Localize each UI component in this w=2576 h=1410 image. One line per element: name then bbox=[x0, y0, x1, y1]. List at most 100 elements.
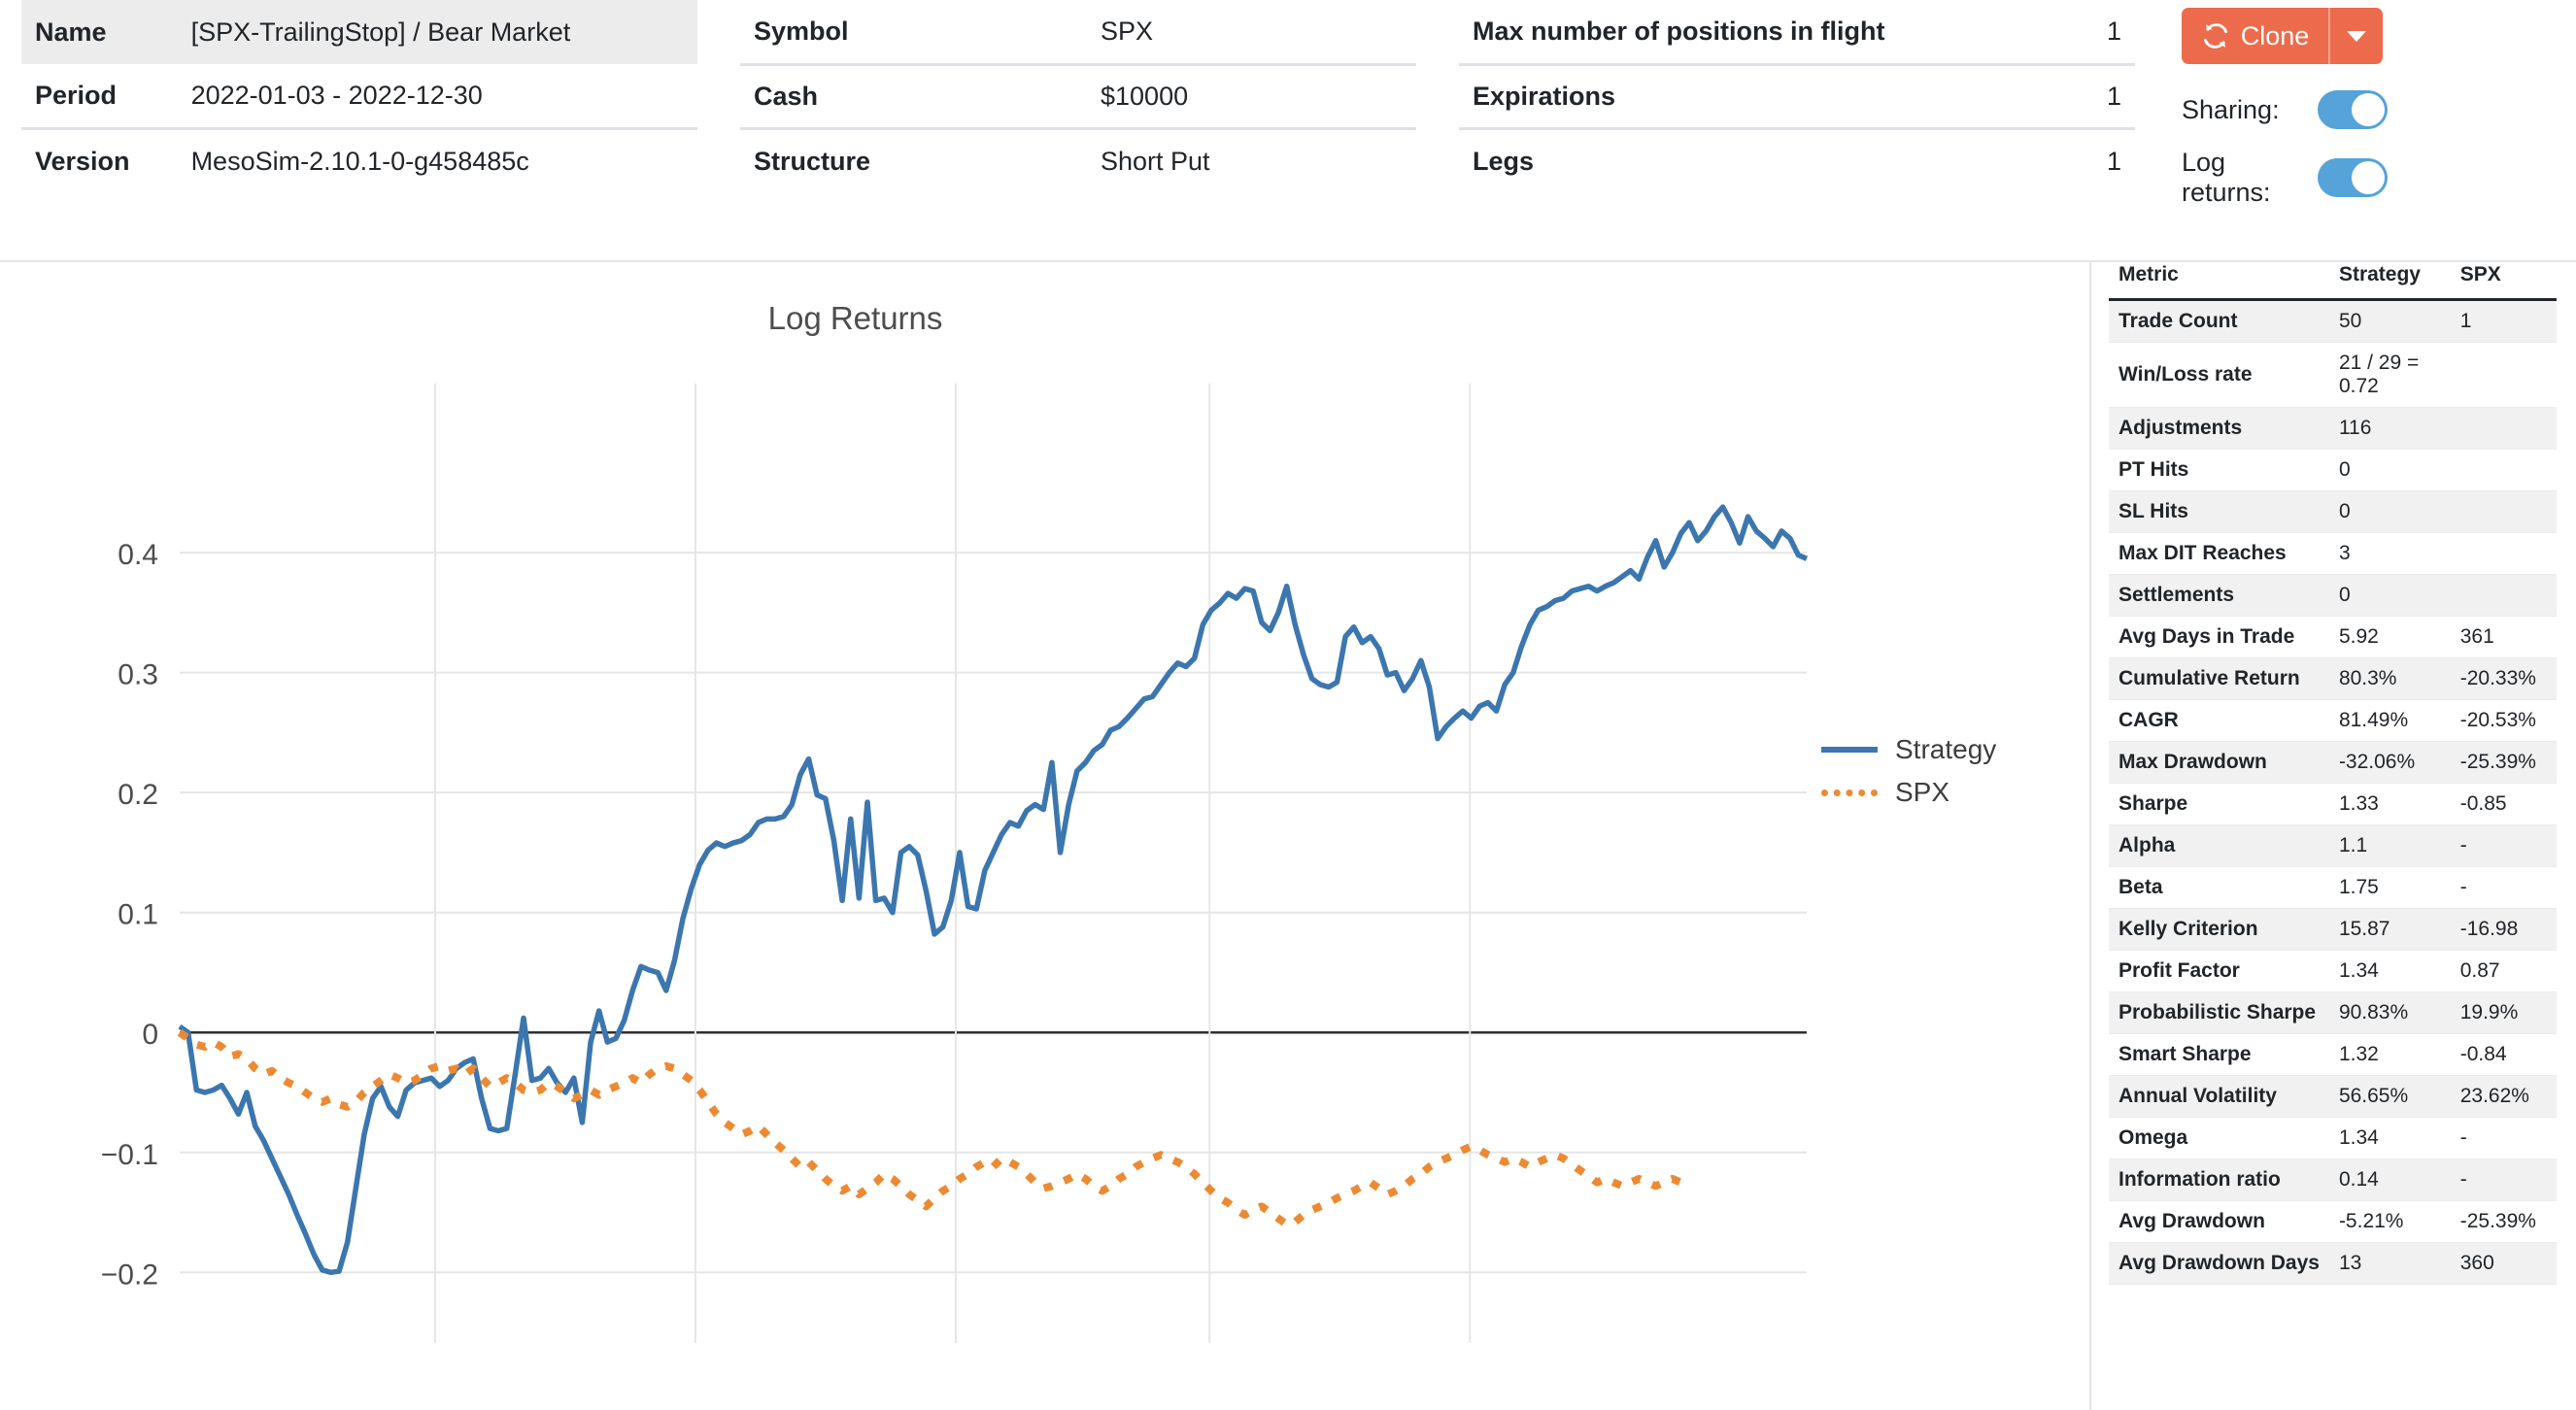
log-returns-toggle-knob bbox=[2352, 161, 2385, 194]
metrics-row: Adjustments116 bbox=[2109, 408, 2557, 450]
info-key-max-positions: Max number of positions in flight bbox=[1459, 0, 2077, 64]
refresh-icon bbox=[2201, 21, 2230, 50]
metrics-cell-metric: Trade Count bbox=[2109, 300, 2329, 343]
clone-button-group[interactable]: Clone bbox=[2182, 8, 2383, 64]
clone-button-label: Clone bbox=[2241, 21, 2310, 51]
info-value-max-positions: 1 bbox=[2077, 0, 2135, 64]
info-key-structure: Structure bbox=[740, 128, 1087, 192]
info-row-period: Period 2022-01-03 - 2022-12-30 bbox=[21, 64, 697, 128]
metrics-cell-metric: Avg Days in Trade bbox=[2109, 617, 2329, 658]
metrics-cell-strategy: 15.87 bbox=[2329, 909, 2451, 951]
metrics-cell-spx: -25.39% bbox=[2451, 742, 2557, 784]
metrics-cell-strategy: 1.1 bbox=[2329, 825, 2451, 867]
metrics-row: Trade Count501 bbox=[2109, 300, 2557, 343]
log-returns-toggle-label: Log returns: bbox=[2182, 148, 2318, 208]
sharing-toggle-knob bbox=[2352, 93, 2385, 126]
metrics-row: Omega1.34- bbox=[2109, 1118, 2557, 1159]
metrics-cell-metric: Cumulative Return bbox=[2109, 658, 2329, 700]
position-info-table: Max number of positions in flight 1 Expi… bbox=[1459, 0, 2135, 192]
metrics-cell-spx: 360 bbox=[2451, 1243, 2557, 1285]
info-key-expirations: Expirations bbox=[1459, 64, 2077, 128]
metrics-col-spx: SPX bbox=[2451, 257, 2557, 300]
metrics-cell-spx: 361 bbox=[2451, 617, 2557, 658]
metrics-cell-strategy: 1.75 bbox=[2329, 867, 2451, 909]
info-key-period: Period bbox=[21, 64, 178, 128]
metrics-cell-spx: - bbox=[2451, 1159, 2557, 1201]
metrics-row: Sharpe1.33-0.85 bbox=[2109, 784, 2557, 825]
log-returns-chart[interactable]: 0.40.30.20.10−0.1−0.2Mar 2022May 2022Jul… bbox=[0, 218, 2089, 1368]
metrics-cell-strategy: 1.33 bbox=[2329, 784, 2451, 825]
info-row-name: Name [SPX-TrailingStop] / Bear Market bbox=[21, 0, 697, 64]
legend-item-spx[interactable]: SPX bbox=[1821, 771, 1996, 814]
y-axis-tick-label: 0 bbox=[142, 1019, 158, 1051]
metrics-row: Profit Factor1.340.87 bbox=[2109, 951, 2557, 992]
metrics-header-row: Metric Strategy SPX bbox=[2109, 257, 2557, 300]
metrics-cell-strategy: 0 bbox=[2329, 575, 2451, 617]
metrics-cell-metric: PT Hits bbox=[2109, 450, 2329, 491]
metrics-cell-metric: Probabilistic Sharpe bbox=[2109, 992, 2329, 1034]
stats-pane: Metric Strategy SPX Trade Count501Win/Lo… bbox=[2089, 218, 2576, 1368]
metrics-cell-metric: Avg Drawdown bbox=[2109, 1201, 2329, 1243]
metrics-cell-strategy: 13 bbox=[2329, 1243, 2451, 1285]
metrics-cell-strategy: 90.83% bbox=[2329, 992, 2451, 1034]
metrics-cell-metric: Kelly Criterion bbox=[2109, 909, 2329, 951]
log-returns-toggle[interactable] bbox=[2318, 158, 2388, 197]
metrics-cell-metric: Win/Loss rate bbox=[2109, 343, 2329, 408]
sharing-toggle-row: Sharing: bbox=[2182, 87, 2545, 132]
y-axis-tick-label: −0.1 bbox=[101, 1139, 158, 1171]
strategy-info-block: Name [SPX-TrailingStop] / Bear Market Pe… bbox=[0, 0, 719, 192]
metrics-cell-metric: Max DIT Reaches bbox=[2109, 533, 2329, 575]
metrics-cell-spx: -20.53% bbox=[2451, 700, 2557, 742]
metrics-cell-strategy: 56.65% bbox=[2329, 1076, 2451, 1118]
metrics-cell-spx: - bbox=[2451, 1118, 2557, 1159]
metrics-cell-spx bbox=[2451, 575, 2557, 617]
info-value-legs: 1 bbox=[2077, 128, 2135, 192]
metrics-cell-metric: Settlements bbox=[2109, 575, 2329, 617]
metrics-row: Settlements0 bbox=[2109, 575, 2557, 617]
metrics-row: Win/Loss rate21 / 29 = 0.72 bbox=[2109, 343, 2557, 408]
metrics-table: Metric Strategy SPX Trade Count501Win/Lo… bbox=[2109, 257, 2557, 1285]
legend-item-strategy[interactable]: Strategy bbox=[1821, 728, 1996, 771]
metrics-cell-strategy: 0.14 bbox=[2329, 1159, 2451, 1201]
metrics-cell-spx: -25.39% bbox=[2451, 1201, 2557, 1243]
metrics-cell-spx: 0.87 bbox=[2451, 951, 2557, 992]
metrics-cell-spx: - bbox=[2451, 825, 2557, 867]
info-row-expirations: Expirations 1 bbox=[1459, 64, 2135, 128]
metrics-cell-metric: Omega bbox=[2109, 1118, 2329, 1159]
sharing-toggle-label: Sharing: bbox=[2182, 95, 2318, 125]
info-value-name: [SPX-TrailingStop] / Bear Market bbox=[178, 0, 697, 64]
y-axis-tick-label: −0.2 bbox=[101, 1259, 158, 1291]
info-row-symbol: Symbol SPX bbox=[740, 0, 1416, 64]
metrics-row: Avg Drawdown Days13360 bbox=[2109, 1243, 2557, 1285]
metrics-cell-strategy: 1.34 bbox=[2329, 951, 2451, 992]
metrics-cell-spx bbox=[2451, 343, 2557, 408]
metrics-table-head: Metric Strategy SPX bbox=[2109, 257, 2557, 300]
metrics-cell-strategy: 80.3% bbox=[2329, 658, 2451, 700]
metrics-row: Max DIT Reaches3 bbox=[2109, 533, 2557, 575]
info-key-symbol: Symbol bbox=[740, 0, 1087, 64]
metrics-cell-strategy: 1.34 bbox=[2329, 1118, 2451, 1159]
metrics-row: Max Drawdown-32.06%-25.39% bbox=[2109, 742, 2557, 784]
metrics-cell-spx: 23.62% bbox=[2451, 1076, 2557, 1118]
metrics-row: Avg Drawdown-5.21%-25.39% bbox=[2109, 1201, 2557, 1243]
info-value-cash: $10000 bbox=[1087, 64, 1416, 128]
chart-legend: Strategy SPX bbox=[1821, 728, 1996, 814]
sharing-toggle[interactable] bbox=[2318, 90, 2388, 129]
metrics-cell-spx bbox=[2451, 450, 2557, 491]
clone-button[interactable]: Clone bbox=[2182, 8, 2328, 64]
info-row-structure: Structure Short Put bbox=[740, 128, 1416, 192]
clone-dropdown-button[interactable] bbox=[2328, 8, 2383, 64]
legend-label-spx: SPX bbox=[1895, 777, 1949, 808]
metrics-cell-strategy: 1.32 bbox=[2329, 1034, 2451, 1076]
metrics-cell-strategy: 0 bbox=[2329, 491, 2451, 533]
metrics-cell-spx bbox=[2451, 408, 2557, 450]
metrics-cell-strategy: 3 bbox=[2329, 533, 2451, 575]
metrics-cell-strategy: 50 bbox=[2329, 300, 2451, 343]
info-key-version: Version bbox=[21, 128, 178, 192]
info-value-version: MesoSim-2.10.1-0-g458485c bbox=[178, 128, 697, 192]
metrics-row: Annual Volatility56.65%23.62% bbox=[2109, 1076, 2557, 1118]
info-key-cash: Cash bbox=[740, 64, 1087, 128]
metrics-cell-strategy: 21 / 29 = 0.72 bbox=[2329, 343, 2451, 408]
metrics-cell-metric: Annual Volatility bbox=[2109, 1076, 2329, 1118]
metrics-row: Avg Days in Trade5.92361 bbox=[2109, 617, 2557, 658]
